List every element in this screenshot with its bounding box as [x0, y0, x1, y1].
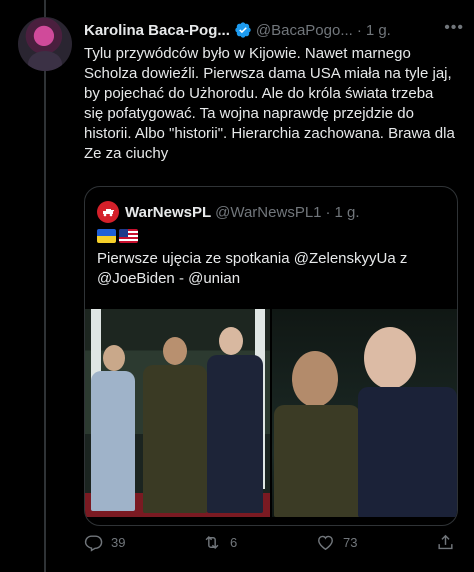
photo-right[interactable]: [272, 309, 457, 517]
person-head: [163, 337, 187, 365]
quoted-separator-dot: ·: [325, 203, 331, 221]
photo-left[interactable]: [85, 309, 270, 517]
action-bar: 39 6 73: [84, 530, 464, 554]
ukraine-flag-icon: [97, 229, 116, 243]
share-button[interactable]: [436, 533, 455, 552]
retweet-button[interactable]: 6: [202, 533, 237, 552]
quoted-timestamp[interactable]: 1 g.: [335, 204, 360, 221]
person-head: [103, 345, 125, 371]
tweet-text: Tylu przywódców było w Kijowie. Nawet ma…: [84, 45, 455, 162]
avatar[interactable]: [18, 17, 72, 71]
reply-icon: [84, 534, 103, 552]
person-head: [219, 327, 243, 355]
quoted-avatar[interactable]: [97, 201, 119, 223]
tweet-header: Karolina Baca-Pog... @BacaPogo... · 1 g.…: [84, 19, 464, 41]
handle[interactable]: @BacaPogo...: [256, 22, 353, 39]
reply-button[interactable]: 39: [84, 533, 125, 552]
heart-icon: [318, 535, 333, 550]
like-button[interactable]: 73: [316, 533, 357, 552]
separator-dot: ·: [356, 21, 362, 39]
person-head: [364, 327, 416, 389]
more-horizontal-icon[interactable]: •••: [444, 19, 464, 37]
person-head: [292, 351, 338, 407]
quoted-display-name[interactable]: WarNewsPL: [125, 204, 211, 221]
person-body: [358, 387, 457, 517]
person-body: [274, 405, 360, 517]
quoted-tweet-header: WarNewsPL @WarNewsPL1 · 1 g.: [97, 201, 360, 223]
reply-count: 39: [111, 534, 126, 550]
person-body: [91, 371, 135, 511]
media-grid: [85, 309, 457, 517]
timestamp[interactable]: 1 g.: [366, 22, 391, 39]
person-body: [143, 365, 207, 513]
thread-line: [44, 0, 46, 572]
share-icon: [438, 534, 453, 549]
quoted-handle[interactable]: @WarNewsPL1: [215, 204, 321, 221]
quoted-tweet-text: Pierwsze ujęcia ze spotkania @ZelenskyyU…: [97, 250, 408, 287]
display-name[interactable]: Karolina Baca-Pog...: [84, 22, 230, 39]
verified-badge-icon: [234, 21, 252, 39]
person-body: [207, 355, 263, 513]
flags: [97, 229, 138, 243]
quoted-tweet[interactable]: WarNewsPL @WarNewsPL1 · 1 g. Pierwsze uj…: [84, 186, 458, 526]
usa-flag-icon: [119, 229, 138, 243]
retweet-count: 6: [230, 534, 238, 550]
retweet-icon: [205, 535, 219, 549]
like-count: 73: [343, 534, 358, 550]
